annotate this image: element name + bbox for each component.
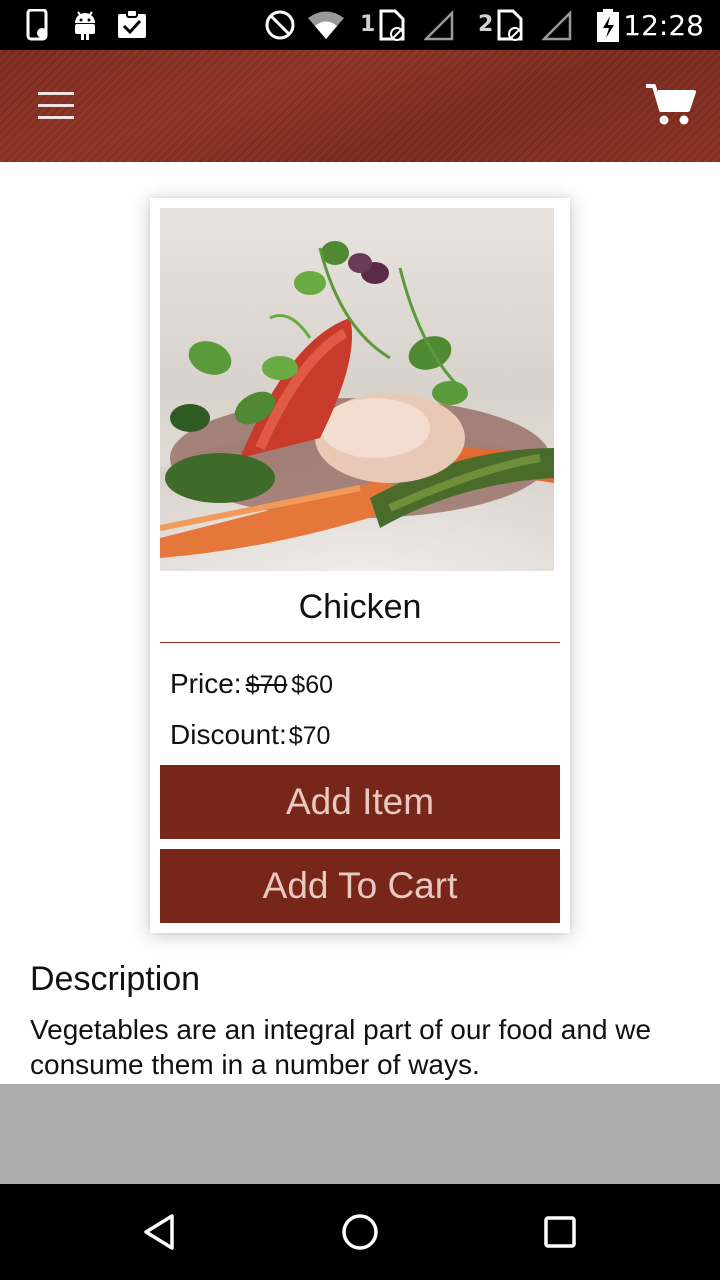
battery-icon [597,9,619,42]
hamburger-menu-icon[interactable] [30,84,82,128]
old-price: $70 [245,671,288,699]
status-bar: 1 2 12:28 [0,0,720,50]
add-item-button[interactable]: Add Item [160,765,560,839]
food-image [160,208,554,571]
product-name: Chicken [298,588,422,626]
shopping-cart-icon[interactable] [644,82,696,128]
phone-icon [26,9,48,41]
status-time: 12:28 [623,9,704,42]
back-icon[interactable] [138,1210,182,1254]
product-card: Chicken Price: $70 $60 Discount:$70 Add It… [150,198,570,933]
signal-icon [542,9,572,41]
price-label: Price: [170,668,242,699]
description-text: Vegetables are an integral part of our f… [30,1014,652,1080]
new-price: $60 [291,671,334,699]
navigation-bar [0,1184,720,1280]
discount-value: $70 [288,722,331,750]
bottom-panel [0,1084,720,1184]
clipboard-check-icon [118,9,146,38]
divider [160,642,560,643]
recents-icon[interactable] [538,1210,582,1254]
discount-label: Discount: [170,719,287,750]
sim1-number: 1 [360,12,376,37]
price-row: Price: $70 $60 [170,668,333,700]
sim2-number: 2 [478,12,494,37]
sim-card-icon [379,9,405,41]
home-icon[interactable] [338,1210,382,1254]
wifi-icon [308,11,344,39]
signal-icon [424,9,454,41]
sim-card-icon [497,9,523,41]
android-icon [75,11,95,40]
add-to-cart-button[interactable]: Add To Cart [160,849,560,923]
discount-row: Discount:$70 [170,719,330,751]
description-title: Description [30,960,201,998]
app-bar [0,50,720,162]
do-not-disturb-icon [265,10,295,40]
